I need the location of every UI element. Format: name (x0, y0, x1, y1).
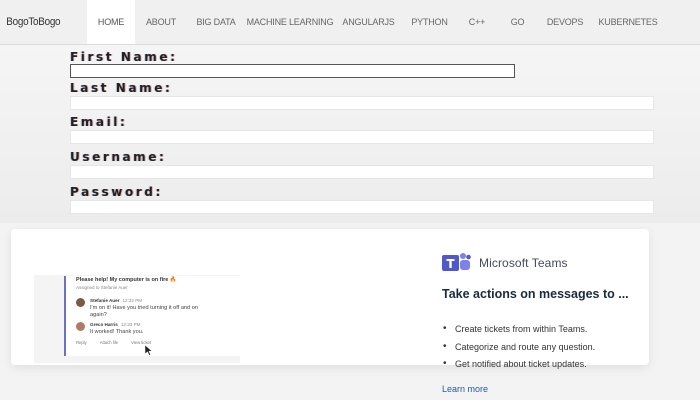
password-label: Password: (70, 185, 163, 199)
avatar (76, 322, 85, 331)
chat-actions: Reply Attach file View ticket (76, 340, 151, 345)
nav-item-kubernetes[interactable]: KUBERNETES (592, 0, 664, 44)
chat-assigned: Assigned to Stefanie Auer (76, 285, 128, 290)
chat-text: It worked! Thank you. (90, 329, 144, 335)
ad-headline: Take actions on messages to ... (442, 287, 629, 301)
nav-item-about[interactable]: ABOUT (135, 0, 187, 44)
top-navbar: BogoToBogo HOME ABOUT BIG DATA MACHINE L… (0, 0, 700, 45)
attach-file-action: Attach file (99, 340, 119, 345)
nav-item-big-data[interactable]: BIG DATA (187, 0, 245, 44)
email-label: Email: (70, 115, 128, 129)
mouse-cursor-icon (145, 345, 153, 356)
username-input[interactable] (70, 165, 654, 179)
nav-item-home[interactable]: HOME (87, 0, 135, 44)
avatar (76, 298, 85, 307)
feature-list: Create tickets from within Teams. Catego… (442, 323, 595, 376)
chat-author: Greco Harris (90, 322, 118, 327)
microsoft-teams-logo-icon (442, 253, 471, 271)
nav-item-devops[interactable]: DEVOPS (538, 0, 592, 44)
first-name-input[interactable] (70, 64, 515, 78)
email-input[interactable] (70, 130, 654, 144)
feature-item: Get notified about ticket updates. (442, 358, 595, 376)
chat-text: I'm on it! Have you tried turning it off… (90, 305, 198, 318)
reply-action: Reply (76, 340, 87, 345)
nav-item-machine-learning[interactable]: MACHINE LEARNING (245, 0, 335, 44)
feature-item: Create tickets from within Teams. (442, 323, 595, 341)
chat-title: Please help! My computer is on fire 🔥 (76, 277, 177, 283)
first-name-label: First Name: (70, 50, 178, 64)
last-name-input[interactable] (70, 96, 654, 110)
chat-preview: Please help! My computer is on fire 🔥 As… (64, 276, 242, 356)
chat-author: Stefanie Auer (90, 298, 120, 303)
nav-menu: HOME ABOUT BIG DATA MACHINE LEARNING ANG… (87, 0, 664, 44)
learn-more-link[interactable]: Learn more (442, 384, 488, 394)
feature-item: Categorize and route any question. (442, 341, 595, 359)
username-label: Username: (70, 150, 167, 164)
nav-item-cpp[interactable]: C++ (457, 0, 497, 44)
password-input[interactable] (70, 200, 654, 214)
chat-time: 12:32 PM (122, 298, 143, 303)
last-name-label: Last Name: (70, 81, 173, 95)
teams-brand-name: Microsoft Teams (479, 256, 568, 270)
site-brand[interactable]: BogoToBogo (0, 16, 78, 28)
nav-item-python[interactable]: PYTHON (402, 0, 457, 44)
chat-time: 12:33 PM (120, 322, 141, 327)
nav-item-go[interactable]: GO (497, 0, 538, 44)
nav-item-angularjs[interactable]: ANGULARJS (335, 0, 402, 44)
